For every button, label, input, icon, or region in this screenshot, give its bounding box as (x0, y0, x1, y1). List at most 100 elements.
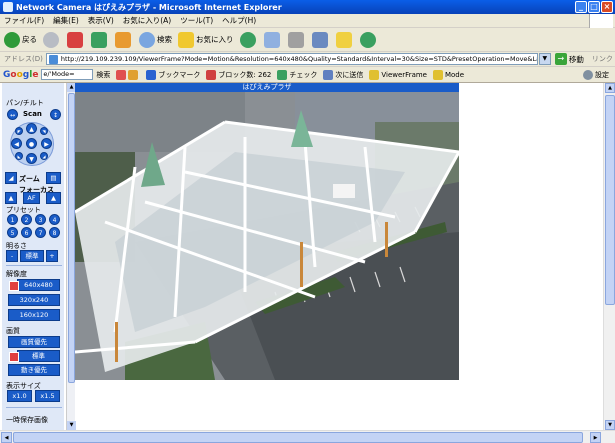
favorites-button[interactable]: お気に入り (178, 31, 234, 48)
brightness-standard-button[interactable]: 標準 (20, 250, 44, 262)
menu-tools[interactable]: ツール(T) (180, 15, 213, 26)
print-button[interactable] (287, 31, 306, 48)
refresh-icon (91, 31, 107, 48)
panel-scrollbar[interactable]: ▲ ▼ (66, 83, 76, 430)
size-x15-button[interactable]: x1.5 (35, 390, 60, 402)
check-label: チェック (289, 70, 318, 79)
bookmarks-button[interactable]: ブックマーク (146, 69, 200, 80)
camera-image[interactable] (75, 92, 459, 380)
preset-7-button[interactable]: 7 (35, 227, 46, 238)
menu-edit[interactable]: 編集(E) (53, 15, 79, 26)
settings-button[interactable]: 設定 (583, 69, 609, 80)
quality-label: 画質 (6, 327, 20, 335)
refresh-button[interactable] (91, 31, 109, 48)
address-input[interactable]: http://219.109.239.109/ViewerFrame?Mode=… (45, 53, 538, 65)
autofocus-button[interactable]: AF (23, 192, 40, 204)
preset-2-button[interactable]: 2 (21, 214, 32, 225)
address-url: http://219.109.239.109/ViewerFrame?Mode=… (60, 55, 538, 63)
quality-priority-button[interactable]: 画質優先 (8, 336, 60, 348)
title-bar: Network Camera はぴえみプラザ - Microsoft Inter… (0, 0, 615, 14)
size-x1-button[interactable]: x1.0 (7, 390, 32, 402)
preset-3-button[interactable]: 3 (35, 214, 46, 225)
pan-left-button[interactable]: ◀ (11, 138, 22, 149)
menu-view[interactable]: 表示(V) (88, 15, 114, 26)
tilt-scan-button[interactable]: ↕ (50, 109, 61, 120)
pan-up-left-button[interactable]: ◤ (15, 127, 23, 135)
go-button[interactable]: → 移動 (554, 53, 584, 65)
send-icon (323, 69, 334, 80)
links-label[interactable]: リンク (592, 54, 613, 64)
edit-icon (311, 31, 328, 48)
google-search-button[interactable]: 検索 (96, 70, 110, 80)
scroll-down-icon[interactable]: ▼ (67, 421, 76, 430)
motion-priority-button[interactable]: 動き優先 (8, 364, 60, 376)
mail-button[interactable] (263, 31, 282, 48)
tilt-up-button[interactable]: ▲ (26, 123, 37, 134)
history-button[interactable] (239, 31, 258, 48)
minimize-button[interactable]: _ (575, 1, 587, 13)
focus-far-button[interactable]: ▲ (46, 192, 61, 204)
pan-up-right-button[interactable]: ◥ (40, 127, 48, 135)
forward-button[interactable] (43, 31, 61, 48)
messenger-button[interactable] (359, 31, 378, 48)
google-tools[interactable] (116, 69, 140, 80)
mode-button[interactable]: Mode (432, 69, 464, 80)
page-scrollbar[interactable]: ▲ ▼ (603, 83, 615, 430)
menu-file[interactable]: ファイル(F) (4, 15, 44, 26)
send-label: 次に送信 (335, 70, 364, 79)
stop-button[interactable] (67, 31, 85, 48)
resolution-320-button[interactable]: 320x240 (8, 294, 60, 306)
preset-5-button[interactable]: 5 (7, 227, 18, 238)
search-button[interactable]: 検索 (139, 31, 172, 48)
home-position-button[interactable]: ● (26, 138, 37, 149)
search-icon (139, 31, 155, 48)
scroll-up-icon[interactable]: ▲ (605, 83, 615, 93)
resolution-640-button[interactable]: 640x480 (9, 279, 60, 291)
page-scroll-thumb[interactable] (605, 95, 615, 305)
popup-blocked[interactable]: ブロック数: 262 (206, 69, 271, 80)
preset-4-button[interactable]: 4 (49, 214, 60, 225)
back-button[interactable]: 戻る (4, 31, 37, 48)
zoom-wide-button[interactable]: ◢ (5, 172, 17, 184)
menu-favorites[interactable]: お気に入り(A) (123, 15, 171, 26)
preset-1-button[interactable]: 1 (7, 214, 18, 225)
go-arrow-icon: → (554, 53, 567, 65)
zoom-tele-button[interactable]: ▤ (46, 172, 61, 184)
close-button[interactable]: × (601, 1, 613, 13)
scroll-left-icon[interactable]: ◀ (1, 432, 12, 443)
discuss-button[interactable] (335, 31, 354, 48)
scan-label: Scan (23, 110, 42, 118)
quality-standard-button[interactable]: 標準 (9, 350, 60, 362)
resolution-160-button[interactable]: 160x120 (8, 309, 60, 321)
focus-near-button[interactable]: ▲ (5, 192, 17, 204)
favorites-label: お気に入り (196, 35, 234, 44)
preset-8-button[interactable]: 8 (49, 227, 60, 238)
horizontal-scrollbar[interactable]: ◀ ▶ (0, 430, 615, 443)
viewerframe-label: ViewerFrame (381, 70, 427, 79)
check-button[interactable]: チェック (277, 69, 318, 80)
brightness-minus-button[interactable]: - (6, 250, 18, 262)
scroll-right-icon[interactable]: ▶ (590, 432, 601, 443)
pan-left-scan-button[interactable]: ↔ (7, 109, 18, 120)
pan-right-button[interactable]: ▶ (41, 138, 52, 149)
panel-scroll-thumb[interactable] (68, 93, 75, 383)
preset-6-button[interactable]: 6 (21, 227, 32, 238)
settings-label: 設定 (595, 70, 609, 79)
horizontal-scroll-thumb[interactable] (13, 432, 583, 443)
menu-help[interactable]: ヘルプ(H) (222, 15, 256, 26)
pan-down-left-button[interactable]: ◣ (15, 152, 23, 160)
scroll-down-icon[interactable]: ▼ (605, 420, 615, 430)
temp-save-label: 一時保存画像 (6, 416, 48, 424)
home-button[interactable] (115, 31, 133, 48)
tilt-down-button[interactable]: ▼ (26, 153, 37, 164)
edit-button[interactable] (311, 31, 330, 48)
viewerframe-button[interactable]: ViewerFrame (369, 69, 427, 80)
camera-image-drawing (75, 92, 459, 380)
home-icon (115, 31, 131, 48)
send-button[interactable]: 次に送信 (323, 69, 364, 80)
address-dropdown[interactable]: ▼ (538, 53, 551, 65)
pan-down-right-button[interactable]: ◢ (40, 152, 48, 160)
google-search-input[interactable]: e/'Mode= (41, 69, 94, 80)
maximize-button[interactable]: □ (588, 1, 600, 13)
brightness-plus-button[interactable]: + (46, 250, 58, 262)
